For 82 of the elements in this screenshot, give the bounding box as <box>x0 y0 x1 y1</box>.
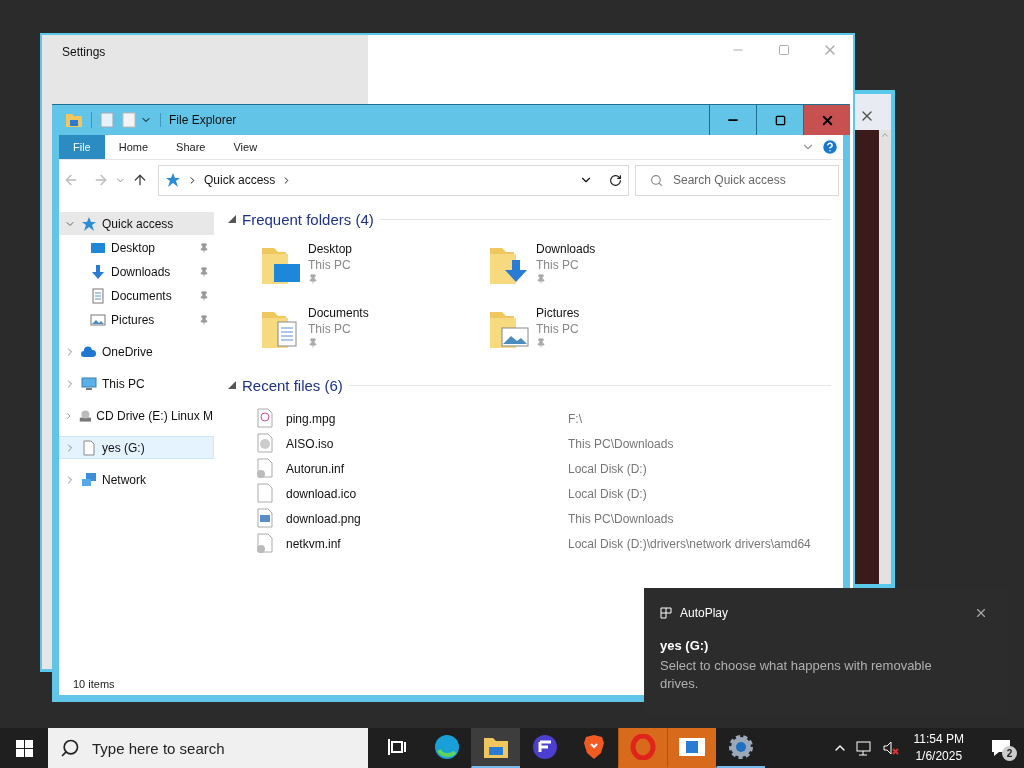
maximize-icon <box>774 114 786 126</box>
cloud-icon <box>81 343 97 360</box>
settings-file-icon <box>256 532 274 555</box>
file-path: Local Disk (D:) <box>568 486 647 501</box>
windows-icon <box>15 739 33 757</box>
down-arrow-icon <box>90 263 106 280</box>
file-name[interactable]: AISO.iso <box>286 436 568 451</box>
refresh-icon[interactable] <box>609 173 622 187</box>
close-button[interactable] <box>803 105 850 135</box>
blank-file-icon <box>256 482 274 505</box>
star-icon <box>165 172 181 188</box>
nav-item[interactable]: CD Drive (E:) Linux M <box>59 404 214 427</box>
nav-item[interactable]: Downloads <box>59 260 214 283</box>
maximize-icon[interactable] <box>778 44 790 56</box>
file-path: Local Disk (D:) <box>568 461 647 476</box>
app-icon[interactable] <box>532 734 558 760</box>
settings-file-icon <box>256 457 274 480</box>
help-icon[interactable] <box>821 138 839 156</box>
ribbon-tab[interactable]: Share <box>162 135 220 159</box>
search-icon <box>650 173 663 187</box>
address-bar[interactable]: Quick access <box>158 164 629 196</box>
nav-item[interactable]: Network <box>59 468 214 491</box>
window-icon[interactable] <box>678 736 706 758</box>
file-name[interactable]: netkvm.inf <box>286 536 568 551</box>
toast-title: yes (G:) <box>660 638 710 653</box>
blank-file-icon <box>81 439 97 456</box>
nav-item[interactable]: OneDrive <box>59 340 214 363</box>
file-name[interactable]: download.ico <box>286 486 568 501</box>
folder-icon[interactable] <box>483 735 509 759</box>
status-text: 10 items <box>73 678 115 690</box>
section-title: Frequent folders (4) <box>242 210 374 228</box>
cd-drive-icon <box>78 407 92 424</box>
folder-tile[interactable]: Desktop This PC <box>260 242 488 286</box>
task-view-icon[interactable] <box>388 738 408 756</box>
folder-tile[interactable]: Pictures This PC <box>488 306 716 350</box>
up-icon[interactable] <box>132 172 148 188</box>
nav-item[interactable]: Quick access <box>59 212 214 235</box>
collapse-icon[interactable] <box>228 381 236 389</box>
taskbar-search[interactable]: Type here to search <box>48 728 368 768</box>
ribbon-tab[interactable]: File <box>59 135 105 159</box>
window-title: File Explorer <box>160 113 237 127</box>
file-name[interactable]: download.png <box>286 511 568 526</box>
file-name[interactable]: ping.mpg <box>286 411 568 426</box>
folder-icon <box>65 112 83 128</box>
star-icon <box>81 215 97 232</box>
notification-count: 2 <box>1002 746 1017 761</box>
muted-speaker-icon[interactable] <box>881 740 900 756</box>
search-field[interactable]: Search Quick access <box>635 164 839 196</box>
close-icon[interactable] <box>974 606 988 620</box>
file-path: This PC\Downloads <box>568 436 674 451</box>
file-name[interactable]: Autorun.inf <box>286 461 568 476</box>
ribbon-tab[interactable]: Home <box>104 135 163 159</box>
window-title: Settings <box>62 45 106 59</box>
settings-icon[interactable] <box>728 734 754 760</box>
nav-item[interactable]: Documents <box>59 284 214 307</box>
nav-item[interactable]: This PC <box>59 372 214 395</box>
clock[interactable]: 11:54 PM 1/6/2025 <box>907 731 970 765</box>
nav-item[interactable]: yes (G:) <box>59 436 214 459</box>
video-file-icon <box>256 407 274 430</box>
network-icon <box>81 471 97 488</box>
monitor-icon <box>81 375 97 392</box>
ribbon-tab[interactable]: View <box>219 135 272 159</box>
section-title: Recent files (6) <box>242 376 343 394</box>
document-icon <box>90 287 106 304</box>
folder-tile[interactable]: Downloads This PC <box>488 242 716 286</box>
nav-item[interactable]: Pictures <box>59 308 214 331</box>
file-path: This PC\Downloads <box>568 511 674 526</box>
edge-icon[interactable] <box>434 734 460 760</box>
toast-message: Select to choose what happens with removable drives. <box>660 657 933 693</box>
picture-icon <box>90 311 106 328</box>
file-path: F:\ <box>568 411 582 426</box>
disc-image-icon <box>256 432 274 455</box>
search-icon <box>60 738 80 758</box>
network-icon[interactable] <box>855 740 874 756</box>
nav-item[interactable]: Desktop <box>59 236 214 259</box>
app-name: AutoPlay <box>680 606 729 620</box>
folder-tile[interactable]: Documents This PC <box>260 306 488 350</box>
image-file-icon <box>256 507 274 530</box>
autoplay-icon <box>660 607 672 619</box>
collapse-icon[interactable] <box>228 215 236 223</box>
taskbar-app[interactable] <box>471 728 520 768</box>
file-path: Local Disk (D:)\drivers\network drivers\amd64 <box>568 536 811 551</box>
